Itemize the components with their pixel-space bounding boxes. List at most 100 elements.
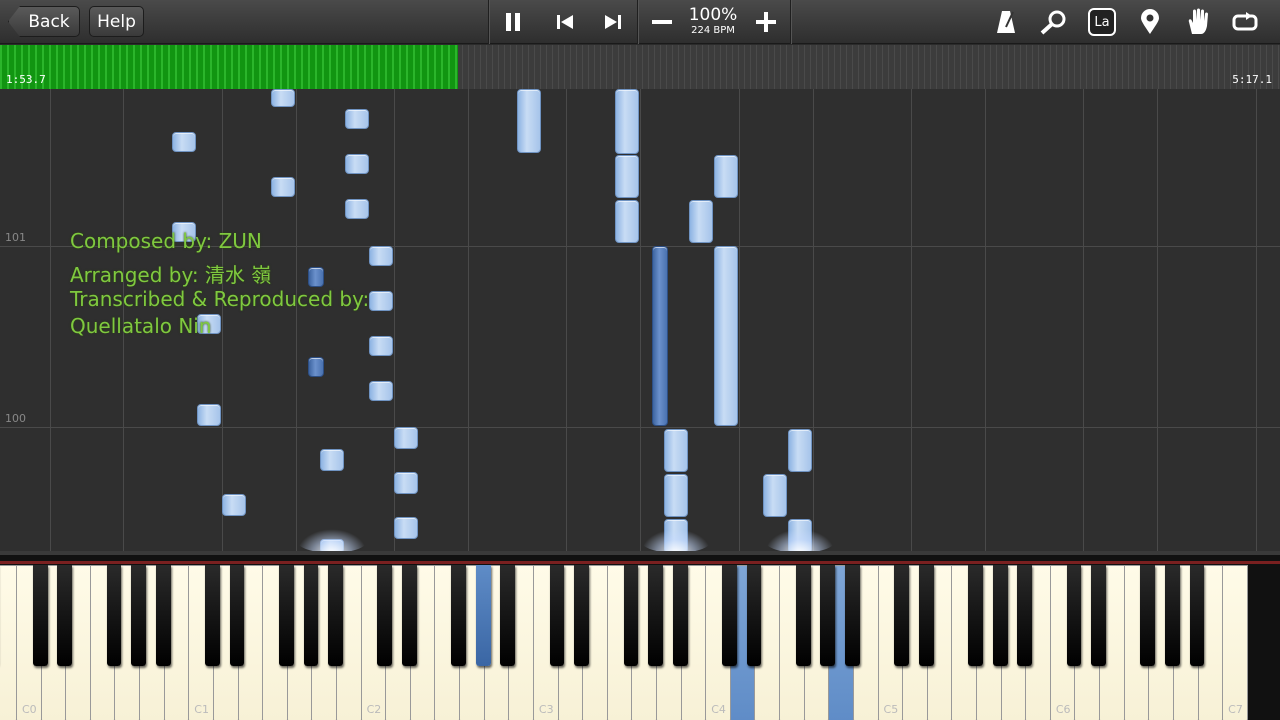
- octave-label: C6: [1055, 703, 1071, 716]
- black-key[interactable]: [820, 565, 836, 666]
- falling-note: [788, 429, 812, 472]
- falling-note: [345, 199, 369, 219]
- measure-number: 100: [5, 412, 26, 425]
- key-hit-glow: [765, 529, 835, 551]
- black-key[interactable]: [845, 565, 860, 666]
- divider: [488, 0, 489, 44]
- black-key[interactable]: [475, 565, 491, 666]
- black-key[interactable]: [918, 565, 934, 666]
- black-key[interactable]: [795, 565, 811, 666]
- previous-icon[interactable]: [546, 0, 584, 44]
- label-badge: La: [1088, 8, 1116, 36]
- black-key[interactable]: [1091, 565, 1106, 666]
- falling-note: [652, 246, 668, 426]
- octave-label: C3: [538, 703, 554, 716]
- progress-fill: [0, 45, 459, 89]
- white-key[interactable]: [1222, 565, 1248, 720]
- black-key[interactable]: [746, 565, 762, 666]
- black-key[interactable]: [1140, 565, 1156, 666]
- search-icon[interactable]: [1036, 0, 1072, 44]
- falling-note: [369, 291, 393, 311]
- octave-label: C5: [883, 703, 899, 716]
- help-button[interactable]: Help: [89, 6, 144, 37]
- falling-note: [345, 109, 369, 129]
- black-key[interactable]: [328, 565, 343, 666]
- metronome-icon[interactable]: [988, 0, 1024, 44]
- pause-icon[interactable]: [494, 0, 532, 44]
- falling-note: [714, 246, 738, 426]
- falling-note: [615, 155, 639, 198]
- falling-note: [369, 246, 393, 266]
- zoom-percent: 100%: [688, 5, 738, 25]
- total-time: 5:17.1: [1232, 73, 1272, 86]
- synthesia-player: Back Help 100% 224 BPM La 1:53.7 5:17.1 …: [0, 0, 1280, 720]
- piano-keyboard: C0 C1 C2 C3 C4 C5 C6 C7: [0, 551, 1280, 720]
- falling-note: [689, 200, 713, 243]
- falling-note: [271, 89, 295, 107]
- divider: [790, 0, 791, 44]
- divider: [637, 0, 638, 44]
- falling-note: [172, 132, 196, 152]
- falling-note: [714, 155, 738, 198]
- falling-note: [394, 472, 418, 494]
- black-key[interactable]: [549, 565, 565, 666]
- key-hit-glow: [297, 529, 367, 551]
- marker-icon[interactable]: [1132, 0, 1168, 44]
- octave-label: C0: [22, 703, 37, 716]
- black-key[interactable]: [131, 565, 146, 666]
- black-key[interactable]: [1189, 565, 1205, 666]
- toolbar: Back Help 100% 224 BPM La: [0, 0, 1280, 44]
- falling-note: [517, 89, 541, 153]
- black-key[interactable]: [377, 565, 393, 666]
- black-key[interactable]: [992, 565, 1008, 666]
- black-key[interactable]: [721, 565, 737, 666]
- black-key[interactable]: [1165, 565, 1180, 666]
- black-key[interactable]: [648, 565, 663, 666]
- falling-note: [197, 404, 221, 426]
- falling-note: [615, 89, 639, 154]
- black-key[interactable]: [106, 565, 122, 666]
- black-key[interactable]: [672, 565, 688, 666]
- credit-transcriber: Transcribed & Reproduced by:: [70, 287, 370, 311]
- credit-arranger: Arranged by: 清水 嶺: [70, 263, 272, 287]
- back-label: Back: [28, 11, 70, 32]
- black-key[interactable]: [968, 565, 983, 666]
- back-button[interactable]: Back: [8, 6, 80, 37]
- black-key[interactable]: [229, 565, 245, 666]
- loop-icon[interactable]: [1228, 0, 1264, 44]
- black-key[interactable]: [574, 565, 590, 666]
- black-key[interactable]: [155, 565, 171, 666]
- zoom-out-icon[interactable]: [644, 0, 680, 44]
- black-key[interactable]: [278, 565, 294, 666]
- falling-note: [320, 449, 344, 471]
- tempo-readout: 224 BPM: [691, 25, 735, 36]
- help-label: Help: [97, 11, 136, 32]
- falling-note: [615, 200, 639, 243]
- key-hit-glow: [641, 529, 711, 551]
- falling-note: [664, 429, 688, 472]
- black-key[interactable]: [623, 565, 639, 666]
- note-labels-icon[interactable]: La: [1084, 0, 1120, 44]
- keyboard-edge: [0, 561, 1280, 564]
- black-key[interactable]: [1066, 565, 1082, 666]
- next-icon[interactable]: [594, 0, 632, 44]
- hand-icon[interactable]: [1180, 0, 1216, 44]
- zoom-in-icon[interactable]: [748, 0, 784, 44]
- elapsed-time: 1:53.7: [6, 73, 46, 86]
- falling-note: [394, 427, 418, 449]
- black-key[interactable]: [57, 565, 73, 666]
- black-key[interactable]: [401, 565, 417, 666]
- black-key[interactable]: [1017, 565, 1033, 666]
- black-key[interactable]: [451, 565, 466, 666]
- falling-note: [308, 267, 324, 287]
- falling-note: [308, 357, 324, 377]
- black-key[interactable]: [500, 565, 516, 666]
- black-key[interactable]: [303, 565, 319, 666]
- song-progress-bar[interactable]: [0, 45, 1280, 89]
- black-key[interactable]: [894, 565, 910, 666]
- octave-label: C2: [366, 703, 382, 716]
- white-key[interactable]: [0, 565, 17, 720]
- black-key[interactable]: [205, 565, 220, 666]
- credit-composer: Composed by: ZUN: [70, 229, 262, 253]
- black-key[interactable]: [32, 565, 48, 666]
